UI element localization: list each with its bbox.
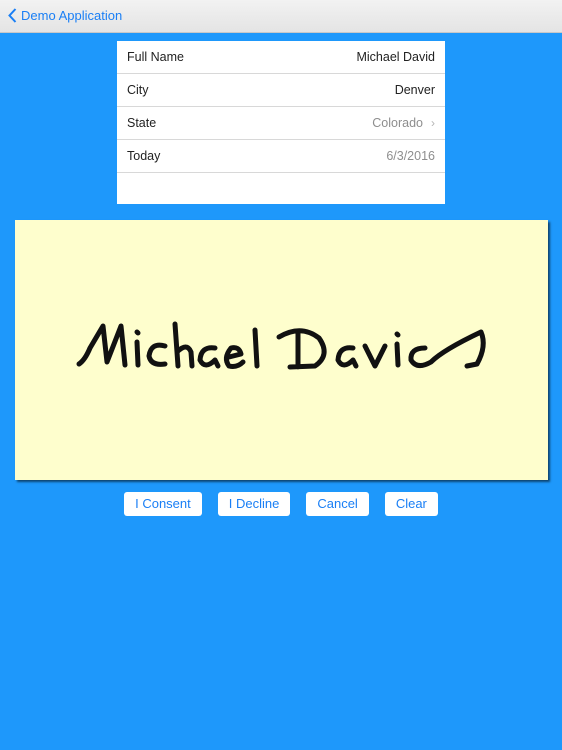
chevron-left-icon <box>8 8 17 23</box>
info-form: Full Name Michael David City Denver Stat… <box>117 41 445 204</box>
form-row-city: City Denver <box>117 74 445 107</box>
cancel-button[interactable]: Cancel <box>306 492 369 516</box>
form-row-full-name: Full Name Michael David <box>117 41 445 74</box>
full-name-label: Full Name <box>127 50 184 64</box>
decline-button[interactable]: I Decline <box>217 492 291 516</box>
consent-button[interactable]: I Consent <box>124 492 202 516</box>
today-label: Today <box>127 149 161 163</box>
signature-pad[interactable] <box>15 220 548 480</box>
state-value[interactable]: Colorado <box>372 116 423 130</box>
clear-button[interactable]: Clear <box>384 492 438 516</box>
chevron-right-icon: › <box>431 116 435 130</box>
city-label: City <box>127 83 149 97</box>
city-value[interactable]: Denver <box>395 83 435 97</box>
back-button[interactable]: Demo Application <box>8 8 122 23</box>
action-buttons: I Consent I Decline Cancel Clear <box>0 492 562 516</box>
full-name-value[interactable]: Michael David <box>356 50 435 64</box>
state-label: State <box>127 116 157 130</box>
form-row-state[interactable]: State Colorado › <box>117 107 445 140</box>
today-value: 6/3/2016 <box>386 149 435 163</box>
form-row-today: Today 6/3/2016 <box>117 140 445 173</box>
navigation-bar: Demo Application <box>0 0 562 33</box>
back-button-label: Demo Application <box>21 8 123 23</box>
signature-strokes <box>76 321 486 370</box>
